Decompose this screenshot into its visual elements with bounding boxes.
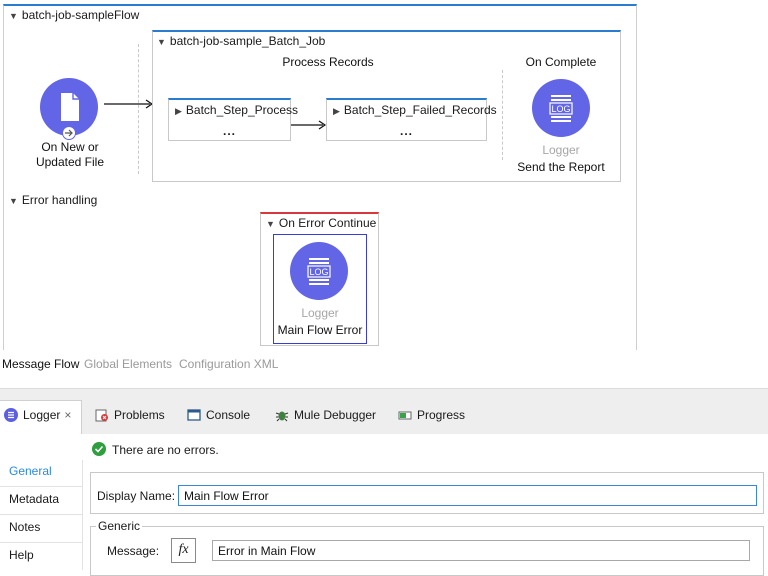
tab-message-flow[interactable]: Message Flow: [2, 357, 79, 371]
editor-tab-bar: Message Flow Global Elements Configurati…: [0, 352, 768, 376]
tab-logger-label[interactable]: Logger ×: [4, 408, 71, 422]
console-icon: [187, 408, 201, 422]
divider: [0, 542, 82, 543]
display-name-label: Display Name:: [97, 489, 176, 503]
flow-title[interactable]: ▼ batch-job-sampleFlow: [9, 8, 139, 22]
logger-name-label: Main Flow Error: [277, 323, 363, 337]
status-message: There are no errors.: [112, 443, 219, 457]
flow-canvas: ▼ batch-job-sampleFlow On New or Updated …: [0, 0, 768, 352]
message-field[interactable]: [212, 540, 750, 561]
source-arrow-icon: [62, 126, 76, 140]
logger-type-label: Logger: [301, 306, 339, 320]
expand-triangle-icon[interactable]: ▶: [333, 106, 340, 116]
collapse-triangle-icon[interactable]: ▼: [9, 11, 18, 21]
divider: [0, 514, 82, 515]
error-handling-title[interactable]: ▼ Error handling: [9, 193, 97, 207]
on-error-continue-title[interactable]: ▼ On Error Continue: [266, 216, 376, 230]
progress-icon: [398, 408, 412, 422]
tab-problems[interactable]: Problems: [95, 408, 165, 422]
divider: [82, 460, 83, 570]
divider: [0, 486, 82, 487]
logger-node-send-report[interactable]: LOG: [532, 79, 590, 137]
tab-configuration-xml[interactable]: Configuration XML: [179, 357, 278, 371]
connector-arrow-icon: [291, 120, 327, 130]
logger-name-label: Send the Report: [517, 160, 605, 174]
collapse-triangle-icon[interactable]: ▼: [157, 37, 166, 47]
on-complete-label: On Complete: [525, 55, 597, 69]
svg-text:LOG: LOG: [551, 104, 570, 114]
side-item-notes[interactable]: Notes: [9, 520, 40, 534]
collapse-triangle-icon[interactable]: ▼: [266, 219, 275, 229]
tab-progress[interactable]: Progress: [398, 408, 465, 422]
batch-step-process[interactable]: ▶ Batch_Step_Process ...: [168, 98, 298, 141]
divider: [502, 70, 503, 160]
tab-console[interactable]: Console: [187, 408, 250, 422]
message-label: Message:: [107, 544, 160, 558]
debugger-icon: [275, 408, 289, 422]
display-name-field[interactable]: [178, 485, 757, 506]
svg-text:LOG: LOG: [309, 267, 328, 277]
logger-icon: [4, 408, 18, 422]
close-icon[interactable]: ×: [64, 408, 71, 422]
logger-icon: LOG: [307, 258, 331, 285]
check-icon: [92, 442, 106, 456]
logger-icon: LOG: [549, 95, 573, 122]
tab-global-elements[interactable]: Global Elements: [84, 357, 172, 371]
logger-type-label: Logger: [542, 143, 580, 157]
step-placeholder-dots[interactable]: ...: [169, 124, 290, 138]
logger-node-main-flow-error[interactable]: LOG: [290, 242, 348, 300]
batch-step-failed-records[interactable]: ▶ Batch_Step_Failed_Records ...: [326, 98, 497, 141]
generic-group-label: Generic: [96, 519, 143, 533]
side-item-help[interactable]: Help: [9, 548, 34, 562]
fx-expression-toggle-button[interactable]: fx: [171, 538, 196, 563]
side-item-metadata[interactable]: Metadata: [9, 492, 59, 506]
side-item-general[interactable]: General: [9, 464, 52, 478]
step-placeholder-dots[interactable]: ...: [327, 124, 486, 138]
tab-mule-debugger[interactable]: Mule Debugger: [275, 408, 376, 422]
expand-triangle-icon[interactable]: ▶: [175, 106, 182, 116]
trigger-label-2: Updated File: [35, 155, 105, 169]
collapse-triangle-icon[interactable]: ▼: [9, 196, 18, 206]
connector-arrow-icon: [104, 99, 154, 109]
batch-job-title[interactable]: ▼ batch-job-sample_Batch_Job: [157, 34, 325, 48]
process-records-label: Process Records: [282, 55, 374, 69]
problems-icon: [95, 408, 109, 422]
trigger-label-1: On New or: [41, 140, 99, 154]
